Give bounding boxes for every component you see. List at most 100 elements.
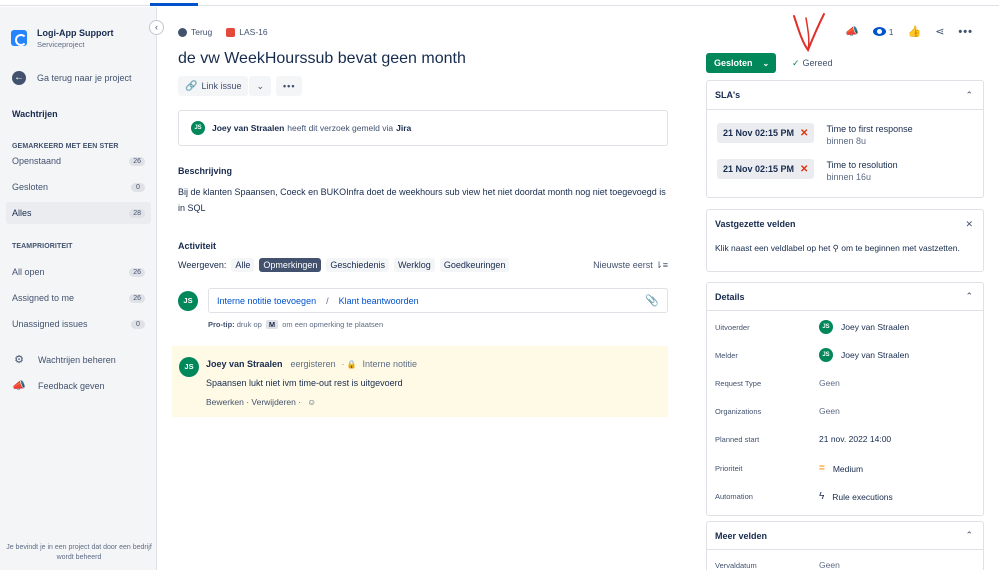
more-menu-icon[interactable]: •••: [958, 26, 973, 38]
project-type: Serviceproject: [37, 40, 85, 49]
queue-count-badge: 0: [131, 182, 145, 192]
activity-filters: Weergeven: Alle Opmerkingen Geschiedenis…: [178, 258, 668, 272]
thumbs-up-icon[interactable]: 👍: [908, 25, 922, 38]
queue-count-badge: 28: [129, 208, 145, 218]
detail-row-priority: Prioriteit = Medium: [715, 463, 975, 474]
due-date-field[interactable]: Geen: [819, 560, 840, 570]
organizations-field[interactable]: Geen: [819, 406, 840, 416]
separator: ·: [298, 397, 304, 407]
sidebar-item-all-open[interactable]: All open 26: [6, 261, 151, 283]
feedback-link[interactable]: 📣 Feedback geven: [12, 379, 104, 392]
delete-comment-link[interactable]: Verwijderen: [251, 397, 295, 407]
automation-field[interactable]: ϟ Rule executions: [819, 491, 893, 502]
sla-panel: SLA's ⌃ 21 Nov 02:15 PM ✕ Time to first r…: [706, 80, 984, 198]
collapse-sidebar-button[interactable]: ‹: [149, 20, 164, 35]
chevron-up-icon[interactable]: ⌃: [965, 530, 973, 541]
comment-input-box[interactable]: Interne notitie toevoegen / Klant beantw…: [208, 288, 668, 313]
comment-author[interactable]: Joey van Straalen: [206, 359, 283, 369]
edit-comment-link[interactable]: Bewerken: [206, 397, 244, 407]
issue-header-actions: 📣 1 👍 ⋖ •••: [845, 25, 987, 39]
sidebar: Logi-App Support Serviceproject ← Ga ter…: [0, 7, 157, 570]
queue-count-badge: 26: [129, 267, 145, 277]
status-dropdown-button[interactable]: Gesloten ⌄: [706, 53, 776, 73]
filter-history[interactable]: Geschiedenis: [326, 258, 389, 272]
reporter-field[interactable]: JS Joey van Straalen: [819, 348, 909, 362]
sidebar-item-label: Unassigned issues: [12, 319, 88, 329]
request-type-field[interactable]: Geen: [819, 378, 840, 388]
close-icon[interactable]: ✕: [965, 219, 973, 230]
detail-label: Planned start: [715, 434, 760, 444]
sidebar-item-openstaand[interactable]: Openstaand 26: [6, 150, 151, 172]
more-fields-title: Meer velden: [715, 530, 768, 541]
project-header[interactable]: Logi-App Support Serviceproject: [11, 28, 113, 49]
sidebar-item-alles[interactable]: Alles 28: [6, 202, 151, 224]
detail-value: Joey van Straalen: [841, 322, 910, 332]
sort-order-button[interactable]: Nieuwste eerst ⇂≡: [593, 260, 668, 271]
feedback-megaphone-icon[interactable]: 📣: [845, 25, 859, 38]
add-internal-note-link[interactable]: Interne notitie toevoegen: [217, 296, 316, 306]
watchers-button[interactable]: 1: [872, 26, 894, 38]
project-logo-icon: [11, 30, 27, 46]
reply-customer-link[interactable]: Klant beantwoorden: [339, 296, 419, 306]
detail-label: Prioriteit: [715, 464, 743, 473]
sla-name: Time to first response: [826, 124, 913, 134]
status-label: Gesloten: [714, 58, 753, 68]
assignee-field[interactable]: JS Joey van Straalen: [819, 320, 909, 334]
back-to-project-link[interactable]: ← Ga terug naar je project: [12, 71, 132, 85]
breadcrumb-issue-key[interactable]: LAS-16: [239, 27, 267, 37]
issue-toolbar: 🔗 Link issue ⌄ •••: [178, 76, 303, 96]
detail-label: Organizations: [715, 406, 762, 416]
queue-count-badge: 26: [129, 293, 145, 303]
filter-approvals[interactable]: Goedkeuringen: [439, 258, 510, 272]
sla-text: Time to first response binnen 8u: [826, 123, 912, 147]
more-fields-header[interactable]: Meer velden ⌃: [707, 522, 983, 550]
megaphone-icon: 📣: [12, 380, 26, 392]
detail-value: Joey van Straalen: [841, 350, 910, 360]
resolution-indicator: ✓ Gereed: [792, 58, 833, 69]
comment-header: Joey van Straalen eergisteren · 🔒 Intern…: [206, 359, 417, 369]
sidebar-item-gesloten[interactable]: Gesloten 0: [6, 176, 151, 198]
comment-time[interactable]: eergisteren: [291, 359, 336, 369]
active-nav-indicator: [150, 3, 198, 6]
chevron-up-icon[interactable]: ⌃: [965, 291, 973, 302]
sla-name: Time to resolution: [826, 160, 898, 170]
chevron-up-icon[interactable]: ⌃: [965, 90, 973, 101]
link-issue-dropdown-button[interactable]: ⌄: [249, 76, 272, 96]
avatar: JS: [819, 320, 833, 334]
arrow-left-icon: ←: [12, 71, 26, 85]
planned-start-field[interactable]: 21 nov. 2022 14:00: [819, 434, 891, 444]
sla-badge[interactable]: 21 Nov 02:15 PM ✕: [717, 123, 815, 143]
sla-deadline: 21 Nov 02:15 PM: [723, 128, 795, 138]
add-reaction-icon[interactable]: ☺: [307, 397, 316, 407]
avatar: JS: [179, 357, 199, 377]
avatar: JS: [178, 290, 198, 311]
description-text[interactable]: Bij de klanten Spaansen, Coeck en BUKOIn…: [178, 184, 668, 216]
sidebar-item-label: All open: [12, 267, 45, 277]
details-panel-header[interactable]: Details ⌃: [707, 283, 983, 311]
sidebar-item-unassigned[interactable]: Unassigned issues 0: [6, 313, 151, 335]
sidebar-item-label: Alles: [12, 208, 32, 218]
manage-queues-link[interactable]: ⚙ Wachtrijen beheren: [12, 353, 116, 366]
shortcut-key: M: [265, 320, 279, 329]
activity-title: Activiteit: [178, 241, 217, 251]
attachment-icon[interactable]: 📎: [645, 294, 659, 307]
pinned-fields-panel: Vastgezette velden ✕ Klik naast een veld…: [706, 209, 984, 272]
detail-row-reporter: Melder JS Joey van Straalen: [715, 348, 975, 362]
reporter-name[interactable]: Joey van Straalen: [212, 123, 284, 133]
sla-badge[interactable]: 21 Nov 02:15 PM ✕: [717, 159, 815, 179]
sidebar-item-label: Openstaand: [12, 156, 62, 166]
share-icon[interactable]: ⋖: [935, 25, 944, 38]
filter-worklog[interactable]: Werklog: [393, 258, 435, 272]
filter-comments[interactable]: Opmerkingen: [259, 258, 322, 272]
sla-panel-header[interactable]: SLA's ⌃: [707, 81, 983, 109]
detail-value: Rule executions: [832, 491, 893, 502]
more-actions-button[interactable]: •••: [276, 76, 303, 96]
priority-field[interactable]: = Medium: [819, 463, 863, 474]
filter-all[interactable]: Alle: [231, 258, 255, 272]
link-icon: 🔗: [185, 80, 198, 92]
breadcrumb-back-link[interactable]: Terug: [191, 27, 212, 37]
sidebar-item-assigned-to-me[interactable]: Assigned to me 26: [6, 287, 151, 309]
sla-panel-title: SLA's: [715, 90, 741, 100]
link-issue-button[interactable]: 🔗 Link issue: [178, 76, 249, 96]
issue-title[interactable]: de vw WeekHourssub bevat geen month: [178, 50, 466, 68]
